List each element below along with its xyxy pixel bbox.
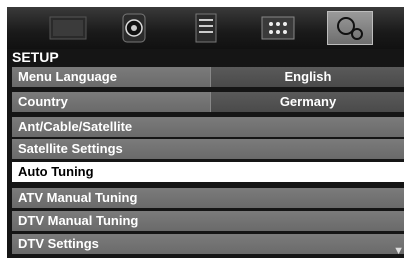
tab-picture[interactable] — [45, 11, 91, 45]
menu-language-label: Menu Language — [18, 69, 117, 84]
tab-setup[interactable] — [327, 11, 373, 45]
setup-icon — [337, 17, 363, 40]
scroll-down-arrow-icon[interactable]: ▼ — [393, 245, 404, 257]
auto-tuning-label: Auto Tuning — [18, 164, 94, 179]
dtv-settings-label: DTV Settings — [18, 236, 99, 251]
menu-item-atv-manual-tuning[interactable]: ATV Manual Tuning — [12, 188, 404, 208]
tab-media[interactable] — [183, 11, 229, 45]
media-icon — [195, 13, 217, 43]
tab-grid[interactable] — [255, 11, 301, 45]
atv-manual-tuning-label: ATV Manual Tuning — [18, 190, 138, 205]
tab-sound[interactable] — [111, 11, 157, 45]
menu-item-ant-cable-satellite[interactable]: Ant/Cable/Satellite — [12, 117, 404, 137]
sound-icon — [122, 13, 146, 43]
tv-setup-screen: SETUP Menu Language English Country Germ… — [7, 7, 404, 258]
picture-icon — [49, 16, 87, 40]
menu-item-dtv-settings[interactable]: DTV Settings — [12, 234, 404, 254]
grid-icon — [261, 16, 295, 40]
ant-cable-satellite-label: Ant/Cable/Satellite — [18, 119, 133, 134]
dtv-manual-tuning-label: DTV Manual Tuning — [18, 213, 139, 228]
menu-language-value[interactable]: English — [210, 67, 404, 87]
menu-item-satellite-settings[interactable]: Satellite Settings — [12, 139, 404, 159]
menu-item-menu-language[interactable]: Menu Language English — [12, 67, 404, 87]
country-label: Country — [18, 94, 68, 109]
menu-item-country[interactable]: Country Germany — [12, 92, 404, 112]
satellite-settings-label: Satellite Settings — [18, 141, 123, 156]
country-value[interactable]: Germany — [210, 92, 404, 112]
menu-item-auto-tuning[interactable]: Auto Tuning — [12, 162, 404, 182]
menu-item-dtv-manual-tuning[interactable]: DTV Manual Tuning — [12, 211, 404, 231]
section-title: SETUP — [12, 49, 59, 65]
menu-tab-bar — [7, 7, 404, 49]
